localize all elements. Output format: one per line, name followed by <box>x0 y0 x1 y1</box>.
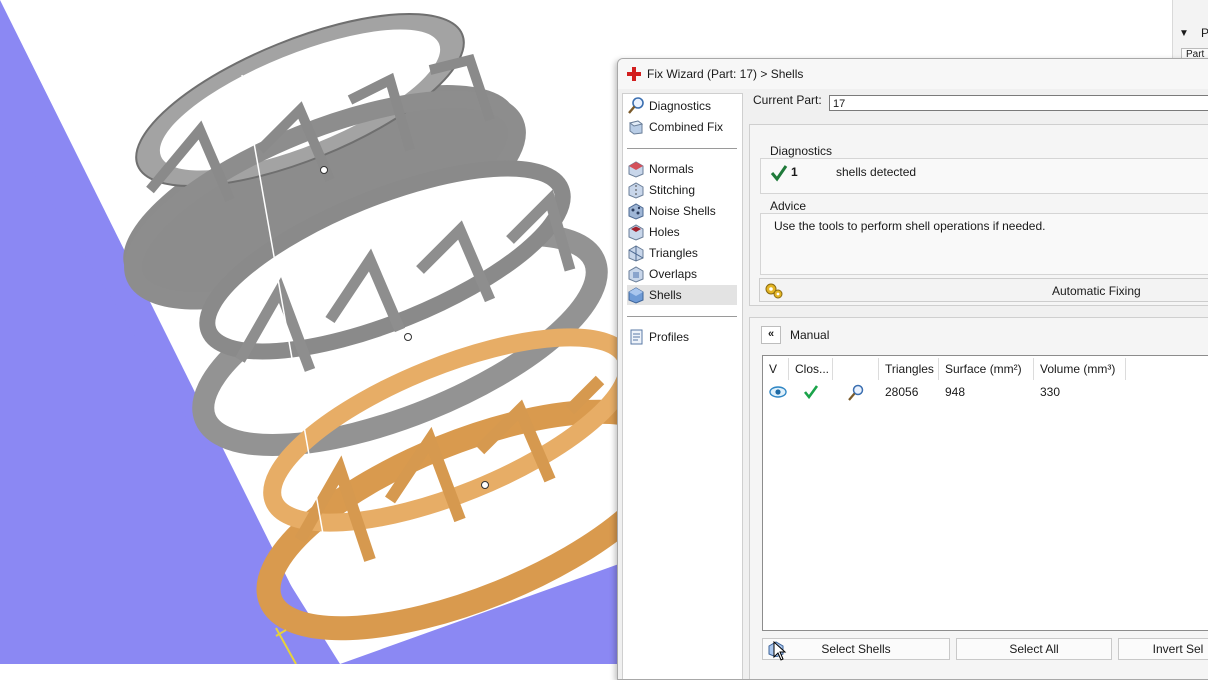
shell-count: 1 <box>791 165 798 179</box>
column-header-tool[interactable] <box>833 358 879 380</box>
nav-item-holes[interactable]: Holes <box>627 222 737 242</box>
normals-icon <box>628 161 644 178</box>
nav-separator <box>627 316 737 317</box>
current-part-field[interactable]: 17 <box>829 95 1208 111</box>
fix-wizard-nav: Diagnostics Combined Fix Normals Stitchi… <box>622 93 743 679</box>
shells-table: V Clos... Triangles Surface (mm²) Volume… <box>762 355 1208 631</box>
stitching-icon <box>628 182 644 199</box>
invert-selection-button[interactable]: Invert Sel <box>1118 638 1208 660</box>
column-header-triangles[interactable]: Triangles <box>879 358 939 380</box>
diagnostics-box <box>760 158 1208 194</box>
column-header-closed[interactable]: Clos... <box>789 358 833 380</box>
triangles-value: 28056 <box>885 385 919 399</box>
diagnostics-text: shells detected <box>836 165 917 179</box>
magnifier-icon[interactable] <box>847 384 865 402</box>
advice-title: Advice <box>770 199 807 213</box>
combined-fix-icon <box>628 120 644 135</box>
title-bar[interactable]: Fix Wizard (Part: 17) > Shells <box>618 59 1208 89</box>
nav-separator <box>627 148 737 149</box>
nav-item-stitching[interactable]: Stitching <box>627 180 737 200</box>
collapse-manual-button[interactable]: « <box>761 326 781 344</box>
select-all-button[interactable]: Select All <box>956 638 1112 660</box>
gears-icon <box>765 283 783 299</box>
current-part-label: Current Part: <box>753 93 822 107</box>
nav-item-diagnostics[interactable]: Diagnostics <box>627 96 737 116</box>
ring-center-marker <box>404 333 412 341</box>
profiles-icon <box>630 329 643 345</box>
select-shells-button[interactable]: Select Shells <box>762 638 950 660</box>
advice-text: Use the tools to perform shell operation… <box>774 219 1046 233</box>
column-header-surface[interactable]: Surface (mm²) <box>939 358 1034 380</box>
check-icon <box>803 385 819 400</box>
column-header-visible[interactable]: V <box>763 358 789 380</box>
medical-cross-icon <box>627 67 641 81</box>
panel-label: Pa <box>1201 26 1208 40</box>
check-icon <box>770 165 788 182</box>
nav-item-profiles[interactable]: Profiles <box>627 327 737 347</box>
surface-value: 948 <box>945 385 966 399</box>
holes-icon <box>628 224 644 241</box>
eye-icon[interactable] <box>769 385 787 399</box>
mouse-cursor-icon <box>773 641 787 661</box>
volume-value: 330 <box>1040 385 1061 399</box>
triangles-icon <box>628 245 644 262</box>
ring-center-marker <box>320 166 328 174</box>
magnifier-icon <box>628 97 644 114</box>
shells-icon <box>628 287 644 304</box>
nav-item-overlaps[interactable]: Overlaps <box>627 264 737 284</box>
nav-item-combined-fix[interactable]: Combined Fix <box>627 117 737 137</box>
build-plate-edge <box>340 560 630 664</box>
manual-label: Manual <box>790 328 830 342</box>
collapse-triangle-icon[interactable]: ▼ <box>1179 28 1189 39</box>
overlaps-icon <box>628 266 644 283</box>
automatic-fixing-button[interactable]: Automatic Fixing <box>759 278 1208 302</box>
nav-item-shells[interactable]: Shells <box>627 285 737 305</box>
diagnostics-title: Diagnostics <box>770 144 833 158</box>
nav-item-triangles[interactable]: Triangles <box>627 243 737 263</box>
noise-shells-icon <box>628 203 644 220</box>
nav-item-noise-shells[interactable]: Noise Shells <box>627 201 737 221</box>
fix-wizard-window: Fix Wizard (Part: 17) > Shells Diagnosti… <box>617 58 1208 680</box>
nav-item-normals[interactable]: Normals <box>627 159 737 179</box>
window-title: Fix Wizard (Part: 17) > Shells <box>647 67 804 81</box>
column-header-volume[interactable]: Volume (mm³) <box>1034 358 1126 380</box>
